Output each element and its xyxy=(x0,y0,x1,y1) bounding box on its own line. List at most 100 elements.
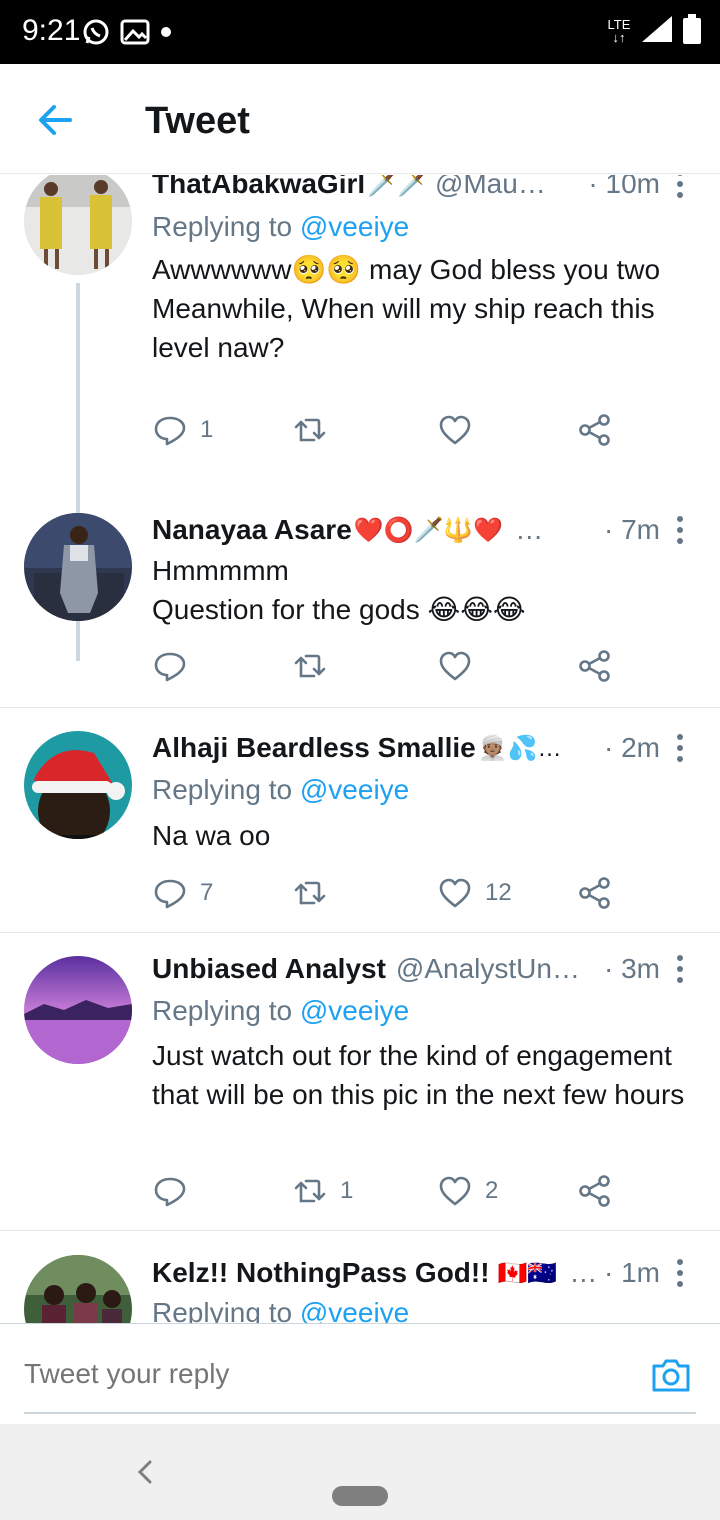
tweet-header: ThatAbakwaGirl 🗡️🗡️ @Mau… · 10m xyxy=(152,175,700,204)
tweet-time: · 2m xyxy=(604,732,660,763)
like-button[interactable] xyxy=(437,408,485,452)
mention-link[interactable]: @veeiye xyxy=(300,774,409,805)
avatar-image xyxy=(24,175,132,275)
system-navigation-bar xyxy=(0,1424,720,1520)
comment-icon xyxy=(154,879,186,909)
reply-count: 7 xyxy=(200,879,214,906)
more-options-button[interactable] xyxy=(670,175,690,204)
tweet-time: · 3m xyxy=(604,953,660,984)
tweet-header: Alhaji Beardless Smallie 👳🏽💦… · 2m xyxy=(152,728,700,768)
tweet-header: Kelz!! NothingPass God!! 🇨🇦🇦🇺 … · 1m xyxy=(152,1253,700,1293)
share-button[interactable] xyxy=(577,408,613,452)
tweet-item[interactable]: Alhaji Beardless Smallie 👳🏽💦… · 2m Reply… xyxy=(0,708,720,933)
like-count: 12 xyxy=(485,879,512,906)
name-emoji: 👳🏽💦… xyxy=(477,734,562,762)
camera-icon xyxy=(652,1359,690,1392)
share-icon xyxy=(579,877,610,909)
user-handle[interactable]: … xyxy=(569,1257,594,1289)
like-button[interactable]: 2 xyxy=(437,1169,498,1213)
avatar[interactable] xyxy=(24,731,132,839)
mention-link[interactable]: @veeiye xyxy=(300,211,409,242)
retweet-button[interactable]: 1 xyxy=(292,1169,353,1213)
network-type: LTE ↓↑ xyxy=(607,17,631,45)
reply-button[interactable] xyxy=(152,1169,200,1213)
replies-feed[interactable]: ThatAbakwaGirl 🗡️🗡️ @Mau… · 10m Replying… xyxy=(0,175,720,1323)
arrow-left-icon xyxy=(39,105,72,135)
heart-icon xyxy=(439,651,471,681)
retweet-icon xyxy=(294,654,326,678)
page-title: Tweet xyxy=(145,100,250,142)
share-icon xyxy=(579,414,610,446)
user-handle[interactable]: @AnalystUn… xyxy=(396,953,580,985)
avatar[interactable] xyxy=(24,1255,132,1323)
camera-button[interactable] xyxy=(650,1354,692,1396)
reply-button[interactable] xyxy=(152,644,200,688)
retweet-button[interactable] xyxy=(292,644,340,688)
tweet-item[interactable]: Nanayaa Asare ❤️⭕🗡️🔱❤️ … · 7m Hmmmmm Que… xyxy=(0,497,720,708)
dot-icon xyxy=(161,27,171,37)
comment-icon xyxy=(154,1177,186,1207)
more-options-button[interactable] xyxy=(670,949,690,989)
home-pill-button[interactable] xyxy=(332,1486,388,1506)
replying-prefix: Replying to xyxy=(152,995,300,1026)
tweet-text: Hmmmmm Question for the gods 😂😂😂 xyxy=(152,555,526,625)
display-name[interactable]: Nanayaa Asare xyxy=(152,514,352,546)
more-options-button[interactable] xyxy=(670,728,690,768)
reply-button[interactable]: 1 xyxy=(152,408,213,452)
retweet-button[interactable] xyxy=(292,871,340,915)
replying-prefix: Replying to xyxy=(152,1297,300,1323)
heart-icon xyxy=(439,878,471,908)
tweet-item[interactable]: Unbiased Analyst @AnalystUn… · 3m Replyi… xyxy=(0,933,720,1231)
like-button[interactable] xyxy=(437,644,485,688)
share-button[interactable] xyxy=(577,871,613,915)
signal-icon xyxy=(642,16,672,42)
display-name[interactable]: Alhaji Beardless Smallie xyxy=(152,732,476,764)
display-name[interactable]: Kelz!! NothingPass God!! xyxy=(152,1257,490,1289)
avatar-image xyxy=(24,1255,132,1323)
user-handle[interactable]: … xyxy=(515,514,543,546)
reply-input[interactable] xyxy=(24,1352,624,1396)
network-label: LTE xyxy=(607,17,631,32)
retweet-icon xyxy=(294,881,326,905)
battery-icon xyxy=(683,14,701,44)
back-button[interactable] xyxy=(30,96,80,146)
heart-icon xyxy=(439,1176,471,1206)
tweet-item[interactable]: Kelz!! NothingPass God!! 🇨🇦🇦🇺 … · 1m Rep… xyxy=(0,1231,720,1323)
share-icon xyxy=(579,650,610,682)
display-name[interactable]: Unbiased Analyst xyxy=(152,953,386,985)
avatar-image xyxy=(24,731,132,839)
tweet-actions: 1 2 xyxy=(152,1169,622,1213)
display-name[interactable]: ThatAbakwaGirl xyxy=(152,175,365,200)
tweet-time: · 10m xyxy=(588,175,660,199)
system-back-button[interactable] xyxy=(130,1454,160,1490)
mention-link[interactable]: @veeiye xyxy=(300,995,409,1026)
comment-icon xyxy=(154,416,186,446)
status-time: 9:21 xyxy=(22,14,81,47)
mention-link[interactable]: @veeiye xyxy=(300,1297,409,1323)
replying-prefix: Replying to xyxy=(152,774,300,805)
system-icons: LTE ↓↑ xyxy=(606,14,702,44)
retweet-count: 1 xyxy=(340,1177,354,1204)
more-options-button[interactable] xyxy=(670,510,690,550)
retweet-button[interactable] xyxy=(292,408,340,452)
more-options-button[interactable] xyxy=(670,1253,690,1293)
avatar[interactable] xyxy=(24,513,132,621)
like-count: 2 xyxy=(485,1177,499,1204)
comment-icon xyxy=(154,652,186,682)
user-handle[interactable]: @Mau… xyxy=(435,175,546,200)
replying-prefix: Replying to xyxy=(152,211,300,242)
share-button[interactable] xyxy=(577,1169,613,1213)
tweet-time: · 1m xyxy=(604,1257,660,1288)
avatar[interactable] xyxy=(24,956,132,1064)
status-bar: 9:21 LTE ↓↑ xyxy=(0,0,720,64)
share-button[interactable] xyxy=(577,644,613,688)
replying-to: Replying to @veeiye xyxy=(152,774,409,806)
whatsapp-icon xyxy=(83,19,109,45)
input-underline xyxy=(24,1412,696,1414)
avatar[interactable] xyxy=(24,175,132,275)
top-app-bar: Tweet xyxy=(0,64,720,174)
gallery-icon xyxy=(120,19,150,45)
like-button[interactable]: 12 xyxy=(437,871,512,915)
tweet-actions: 7 12 xyxy=(152,871,622,915)
reply-button[interactable]: 7 xyxy=(152,871,213,915)
